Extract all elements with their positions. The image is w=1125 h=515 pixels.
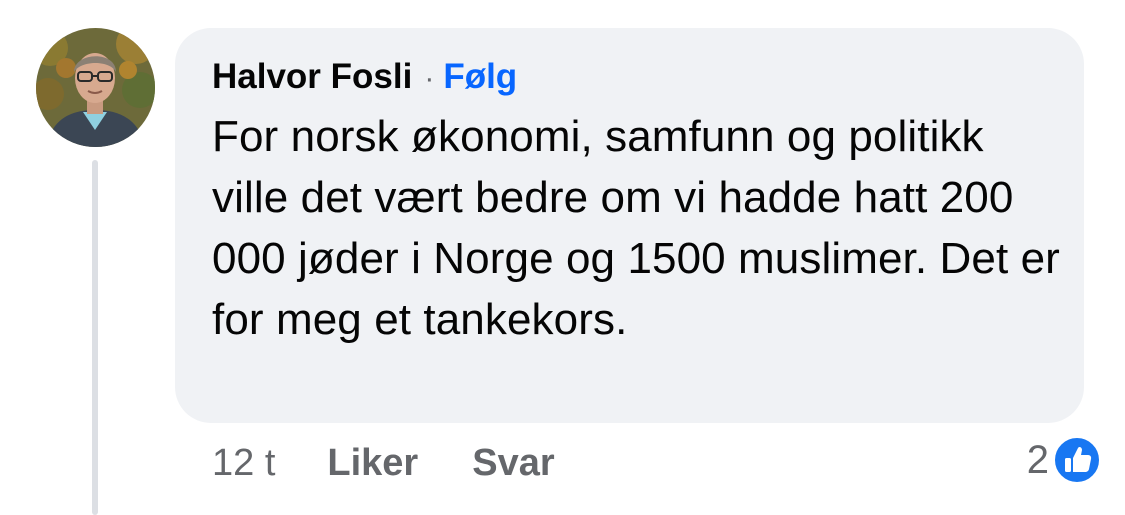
reaction-count: 2 (1026, 437, 1049, 482)
thread-line (92, 160, 98, 515)
comment-text: For norsk økonomi, samfunn og politikk v… (212, 112, 1060, 344)
author-name[interactable]: Halvor Fosli (212, 56, 412, 98)
like-button[interactable]: Liker (327, 440, 418, 486)
comment-bubble: Halvor Fosli · Følg For norsk økonomi, s… (175, 28, 1084, 423)
reaction-summary[interactable]: 2 (1027, 436, 1101, 484)
timestamp[interactable]: 12 t (212, 440, 275, 486)
thumbs-up-icon (1053, 436, 1101, 484)
comment-header: Halvor Fosli · Følg (212, 56, 1054, 100)
reply-button[interactable]: Svar (472, 440, 554, 486)
follow-button[interactable]: Følg (443, 56, 517, 98)
avatar[interactable] (36, 28, 155, 147)
separator-dot: · (424, 62, 435, 95)
comment-actions: 12 t Liker Svar (212, 440, 609, 486)
